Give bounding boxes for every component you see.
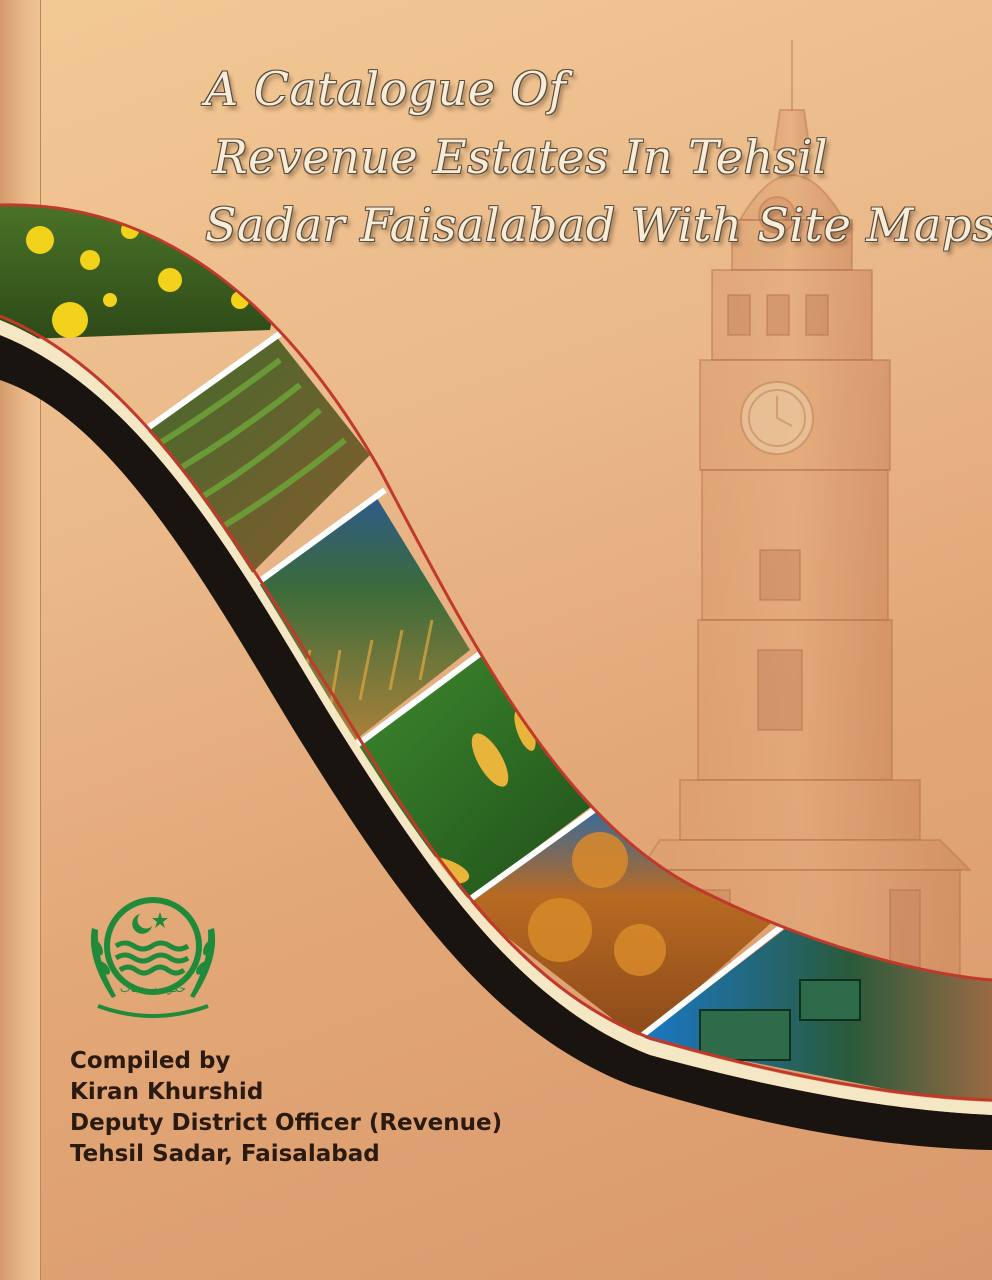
compiled-by-label: Compiled by bbox=[70, 1048, 231, 1074]
credits-block: Compiled by Kiran Khurshid Deputy Distri… bbox=[70, 1046, 590, 1170]
punjab-government-emblem-icon: حکومت پنجاب bbox=[90, 897, 216, 1018]
ribbon-panel-mustard-flowers bbox=[0, 204, 300, 340]
book-cover: A Catalogue Of Revenue Estates In Tehsil… bbox=[0, 0, 992, 1280]
author-office: Tehsil Sadar, Faisalabad bbox=[70, 1141, 380, 1167]
emblem-caption: حکومت پنجاب bbox=[120, 982, 186, 995]
author-name: Kiran Khurshid bbox=[70, 1079, 264, 1105]
author-designation: Deputy District Officer (Revenue) bbox=[70, 1110, 503, 1136]
